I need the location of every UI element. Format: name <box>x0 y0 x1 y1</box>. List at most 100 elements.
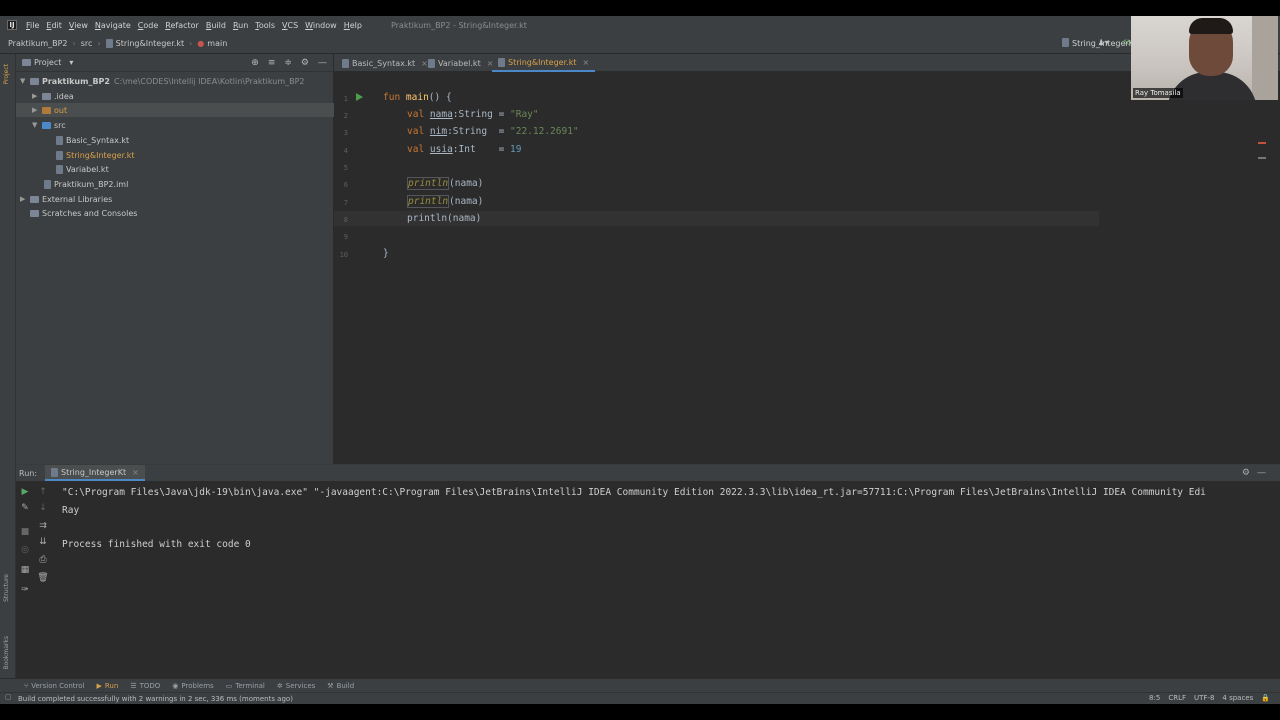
chevron-down-icon[interactable]: ▼ <box>20 77 30 85</box>
tree-item-src[interactable]: ▼ src <box>16 118 334 132</box>
run-gutter-icon[interactable] <box>356 93 363 101</box>
chevron-down-icon[interactable]: ▼ <box>32 121 42 129</box>
hide-icon[interactable]: — <box>318 58 327 68</box>
menu-refactor[interactable]: Refactor <box>165 21 199 30</box>
tab-basic-syntax[interactable]: Basic_Syntax.kt × <box>336 54 434 72</box>
bottom-tab-run[interactable]: ▶ Run <box>96 682 118 690</box>
number-literal: 19 <box>510 144 522 155</box>
run-tab-string-integer[interactable]: String_IntegerKt × <box>45 465 145 481</box>
bottom-tab-label: Terminal <box>235 681 265 690</box>
print-icon[interactable]: ⎙ <box>18 555 68 565</box>
function-call-println: println <box>407 195 450 208</box>
line-number: 10 <box>339 251 348 259</box>
trash-icon[interactable]: 🗑 <box>18 573 68 583</box>
menu-edit[interactable]: Edit <box>46 21 62 30</box>
breadcrumb-src[interactable]: src <box>81 39 93 48</box>
menu-window[interactable]: Window <box>305 21 337 30</box>
menu-vcs[interactable]: VCS <box>282 21 298 30</box>
tab-variabel[interactable]: Variabel.kt × <box>422 54 499 72</box>
expand-all-icon[interactable]: ≡ <box>268 58 276 68</box>
line-separator[interactable]: CRLF <box>1168 694 1186 702</box>
lock-icon[interactable]: 🔒 <box>1261 694 1270 702</box>
file-encoding[interactable]: UTF-8 <box>1194 694 1214 702</box>
arrow-down-icon[interactable]: ↓ <box>18 503 68 513</box>
breadcrumb-project[interactable]: Praktikum_BP2 <box>8 39 68 48</box>
menu-run[interactable]: Run <box>233 21 248 30</box>
kotlin-file-icon <box>498 57 505 67</box>
function-name: main <box>405 92 429 103</box>
variable-name: nim <box>429 126 448 137</box>
warning-stripe-marker[interactable] <box>1258 142 1266 144</box>
tree-item-iml[interactable]: Praktikum_BP2.iml <box>16 177 334 191</box>
tool-window-toggle-icon[interactable]: ▢ <box>5 693 12 701</box>
source-folder-icon <box>42 121 51 129</box>
menu-file[interactable]: File <box>26 21 39 30</box>
bottom-tab-build[interactable]: ⚒ Build <box>327 682 354 690</box>
bottom-tab-services[interactable]: ✲ Services <box>277 682 315 690</box>
tree-item-idea[interactable]: ▶ .idea <box>16 89 334 103</box>
code-editor[interactable]: 1 2 3 4 5 6 7 8 9 10 fun main() { val na… <box>334 72 1280 464</box>
tree-item-label: Praktikum_BP2 <box>42 76 110 86</box>
kotlin-file-icon <box>56 150 63 160</box>
pin-icon[interactable]: ✑ <box>0 585 50 595</box>
hide-icon[interactable]: — <box>1257 468 1266 478</box>
close-icon[interactable]: × <box>582 58 589 67</box>
menu-view[interactable]: View <box>69 21 88 30</box>
menu-build[interactable]: Build <box>206 21 226 30</box>
collapse-all-icon[interactable]: ≑ <box>284 58 292 68</box>
tree-item-scratches[interactable]: Scratches and Consoles <box>16 206 334 220</box>
webcam-background <box>1252 16 1278 100</box>
menu-tools[interactable]: Tools <box>255 21 275 30</box>
gear-icon[interactable]: ⚙ <box>301 58 309 68</box>
indent-setting[interactable]: 4 spaces <box>1222 694 1253 702</box>
status-message[interactable]: Build completed successfully with 2 warn… <box>18 695 293 703</box>
webcam-participant-name: Ray Tomasila <box>1133 88 1183 98</box>
tab-string-integer[interactable]: String&Integer.kt × <box>492 54 596 72</box>
breadcrumb-function[interactable]: main <box>207 39 227 48</box>
bottom-tab-todo[interactable]: ☰ TODO <box>130 682 160 690</box>
menu-code[interactable]: Code <box>138 21 159 30</box>
locate-icon[interactable]: ⊕ <box>251 58 259 68</box>
tree-item-basic-syntax[interactable]: Basic_Syntax.kt <box>16 133 334 147</box>
run-panel-label: Run: <box>19 468 38 478</box>
project-panel-title[interactable]: Project <box>34 58 61 67</box>
run-tool-window: Run: String_IntegerKt × ⚙ — ▶ ↑ ✎ ↓ ⇉ ■ … <box>16 464 1280 694</box>
chevron-right-icon[interactable]: ▶ <box>32 92 42 100</box>
tree-item-external-libraries[interactable]: ▶ External Libraries <box>16 192 334 206</box>
side-tab-bookmarks[interactable]: Bookmarks <box>3 636 10 670</box>
arrow-up-icon[interactable]: ↑ <box>18 487 68 497</box>
side-tab-project[interactable]: Project <box>3 64 10 85</box>
tree-item-out[interactable]: ▶ out <box>16 103 334 117</box>
type-annotation: :Int <box>452 144 476 155</box>
camera-icon[interactable]: ◎ <box>0 545 50 555</box>
menu-navigate[interactable]: Navigate <box>95 21 131 30</box>
tree-item-variabel[interactable]: Variabel.kt <box>16 162 334 176</box>
stop-icon[interactable]: ■ <box>0 527 50 537</box>
bottom-tab-problems[interactable]: ◉ Problems <box>172 682 213 690</box>
close-icon[interactable]: × <box>132 468 139 477</box>
code-line-6: println(nama) <box>407 177 483 190</box>
bottom-tab-version-control[interactable]: ⑂ Version Control <box>24 682 84 690</box>
tree-item-string-integer[interactable]: String&Integer.kt <box>16 148 334 162</box>
bottom-tab-terminal[interactable]: ▭ Terminal <box>226 682 265 690</box>
tree-item-label: External Libraries <box>42 194 113 204</box>
window-title: Praktikum_BP2 - String&Integer.kt <box>390 20 527 30</box>
chevron-down-icon[interactable]: ▾ <box>69 58 73 67</box>
chevron-right-icon[interactable]: ▶ <box>32 106 42 114</box>
breadcrumb-file[interactable]: String&Integer.kt <box>116 39 184 48</box>
tree-item-project-root[interactable]: ▼ Praktikum_BP2 C:\me\CODES\Intellij IDE… <box>16 74 334 88</box>
tab-label: Basic_Syntax.kt <box>352 58 416 68</box>
bottom-tab-label: TODO <box>139 681 161 690</box>
warning-stripe-marker[interactable] <box>1258 157 1266 159</box>
chevron-right-icon[interactable]: ▶ <box>20 195 30 203</box>
status-indicators: 8:5 CRLF UTF-8 4 spaces 🔒 <box>1149 694 1270 702</box>
code-text: = <box>475 144 511 155</box>
caret-position[interactable]: 8:5 <box>1149 694 1160 702</box>
function-call-println: println <box>407 177 450 190</box>
menu-help[interactable]: Help <box>344 21 362 30</box>
gear-icon[interactable]: ⚙ <box>1242 468 1250 478</box>
module-file-icon <box>44 179 51 189</box>
play-icon: ▶ <box>96 681 102 690</box>
run-configuration-select[interactable]: String_IntegerKt <box>1062 38 1137 48</box>
string-literal: "Ray" <box>510 109 539 120</box>
